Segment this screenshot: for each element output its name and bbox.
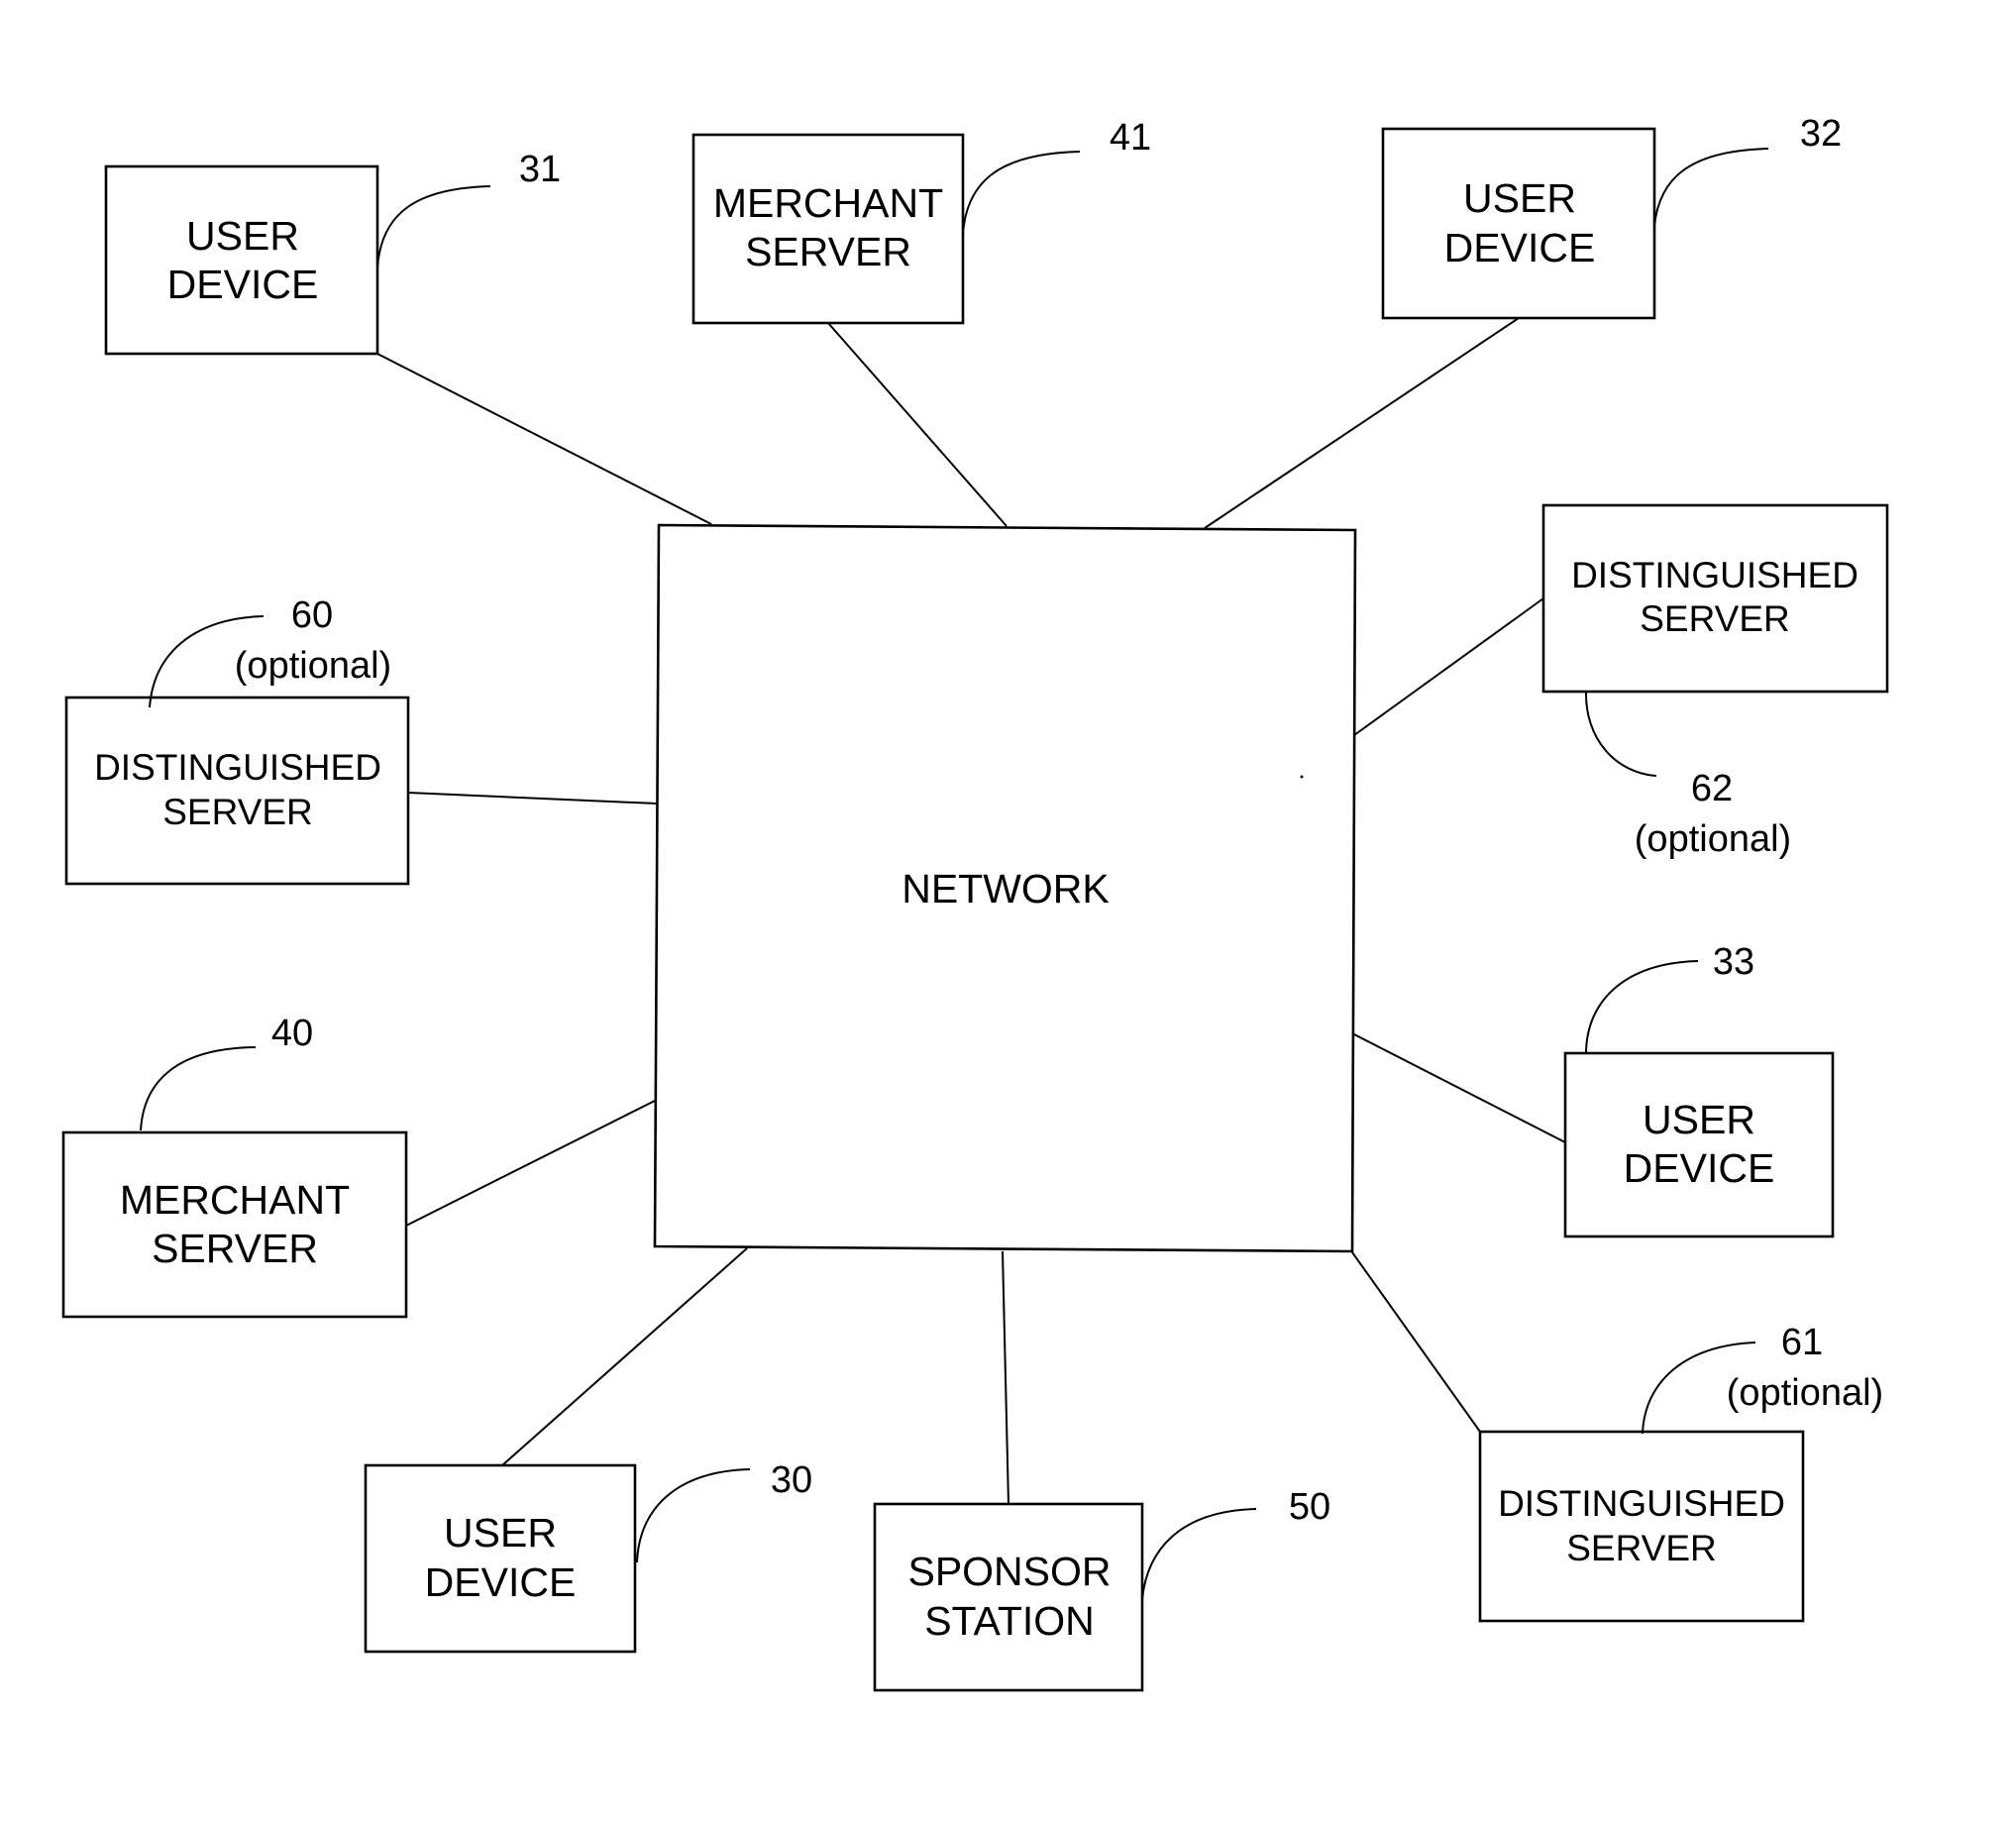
leader-line bbox=[140, 1046, 257, 1131]
reference-number: 31 bbox=[519, 149, 561, 190]
reference-number: 50 bbox=[1289, 1486, 1330, 1528]
reference-number: 32 bbox=[1800, 113, 1842, 155]
node-label-line-1: MERCHANT bbox=[713, 180, 943, 226]
distinguished-server-61[interactable]: DISTINGUISHED SERVER 61 (optional) bbox=[1478, 1322, 1883, 1623]
node-label-line-1: SPONSOR bbox=[907, 1549, 1111, 1594]
reference-number: 61 bbox=[1781, 1322, 1823, 1363]
leader-line bbox=[1141, 1508, 1257, 1600]
node-label-line-2: DEVICE bbox=[1444, 225, 1596, 270]
node-label-line-2: SERVER bbox=[1640, 598, 1790, 639]
node-label-line-1: DISTINGUISHED bbox=[1571, 555, 1858, 595]
node-box bbox=[1381, 127, 1656, 320]
leader-line bbox=[636, 1468, 751, 1563]
node-label-line-1: USER bbox=[1643, 1097, 1755, 1142]
connection-merchant-server-40 bbox=[405, 1099, 658, 1227]
node-label-line-1: DISTINGUISHED bbox=[94, 747, 381, 788]
optional-note: (optional) bbox=[235, 645, 391, 687]
user-device-31[interactable]: USER DEVICE 31 bbox=[104, 149, 561, 356]
connection-distinguished-server-62 bbox=[1353, 597, 1544, 736]
user-device-32[interactable]: USER DEVICE 32 bbox=[1381, 113, 1842, 320]
node-box bbox=[873, 1502, 1144, 1692]
connection-user-device-32 bbox=[1204, 317, 1520, 529]
user-device-33[interactable]: USER DEVICE 33 bbox=[1563, 941, 1835, 1238]
leader-line bbox=[1584, 691, 1657, 777]
reference-number: 33 bbox=[1713, 941, 1754, 983]
connection-sponsor-station-50 bbox=[1002, 1250, 1009, 1505]
node-label-line-1: USER bbox=[1463, 175, 1576, 221]
leader-line bbox=[962, 151, 1081, 235]
reference-number: 30 bbox=[771, 1459, 812, 1501]
optional-note: (optional) bbox=[1727, 1372, 1883, 1414]
node-box bbox=[64, 696, 410, 886]
node-box bbox=[364, 1463, 637, 1654]
node-box bbox=[1478, 1430, 1805, 1623]
node-label-line-1: USER bbox=[186, 213, 299, 259]
connection-user-device-31 bbox=[376, 353, 712, 525]
node-label-line-1: DISTINGUISHED bbox=[1498, 1483, 1785, 1524]
node-label-line-2: DEVICE bbox=[425, 1559, 577, 1605]
optional-note: (optional) bbox=[1635, 818, 1791, 860]
connection-distinguished-server-60 bbox=[407, 792, 658, 805]
node-box bbox=[61, 1130, 408, 1319]
sponsor-station-50[interactable]: SPONSOR STATION 50 bbox=[873, 1486, 1330, 1692]
user-device-30[interactable]: USER DEVICE 30 bbox=[364, 1459, 812, 1654]
distinguished-server-62[interactable]: DISTINGUISHED SERVER 62 (optional) bbox=[1541, 503, 1889, 860]
connection-user-device-30 bbox=[501, 1247, 748, 1466]
connection-user-device-33 bbox=[1351, 1032, 1566, 1143]
leader-line bbox=[1585, 960, 1699, 1053]
node-label-line-2: DEVICE bbox=[1624, 1145, 1775, 1191]
node-label-line-2: SERVER bbox=[1566, 1528, 1717, 1568]
connection-merchant-server-41 bbox=[827, 322, 1008, 527]
speck-mark bbox=[1300, 775, 1304, 779]
reference-number: 40 bbox=[271, 1013, 313, 1054]
leader-line bbox=[376, 185, 491, 269]
connection-distinguished-server-61 bbox=[1351, 1251, 1481, 1433]
node-label-line-2: DEVICE bbox=[167, 262, 319, 307]
node-label-line-2: STATION bbox=[924, 1598, 1095, 1644]
reference-number: 41 bbox=[1110, 117, 1151, 159]
network-label: NETWORK bbox=[902, 866, 1110, 912]
merchant-server-40[interactable]: MERCHANT SERVER 40 bbox=[61, 1013, 408, 1319]
node-label-line-2: SERVER bbox=[162, 792, 313, 832]
node-label-line-2: SERVER bbox=[152, 1226, 318, 1271]
reference-number: 62 bbox=[1691, 768, 1733, 809]
reference-number: 60 bbox=[291, 594, 333, 636]
node-label-line-1: MERCHANT bbox=[120, 1177, 350, 1223]
node-label-line-2: SERVER bbox=[745, 229, 911, 274]
leader-line bbox=[1653, 148, 1769, 227]
node-box bbox=[104, 164, 379, 356]
merchant-server-41[interactable]: MERCHANT SERVER 41 bbox=[691, 117, 1151, 325]
distinguished-server-60[interactable]: DISTINGUISHED SERVER 60 (optional) bbox=[64, 594, 410, 886]
network-node[interactable]: NETWORK bbox=[653, 523, 1357, 1253]
network-diagram: NETWORK USER DEVICE 31 MERCHANT SERVER 4… bbox=[61, 113, 1889, 1692]
node-label-line-1: USER bbox=[444, 1510, 557, 1556]
